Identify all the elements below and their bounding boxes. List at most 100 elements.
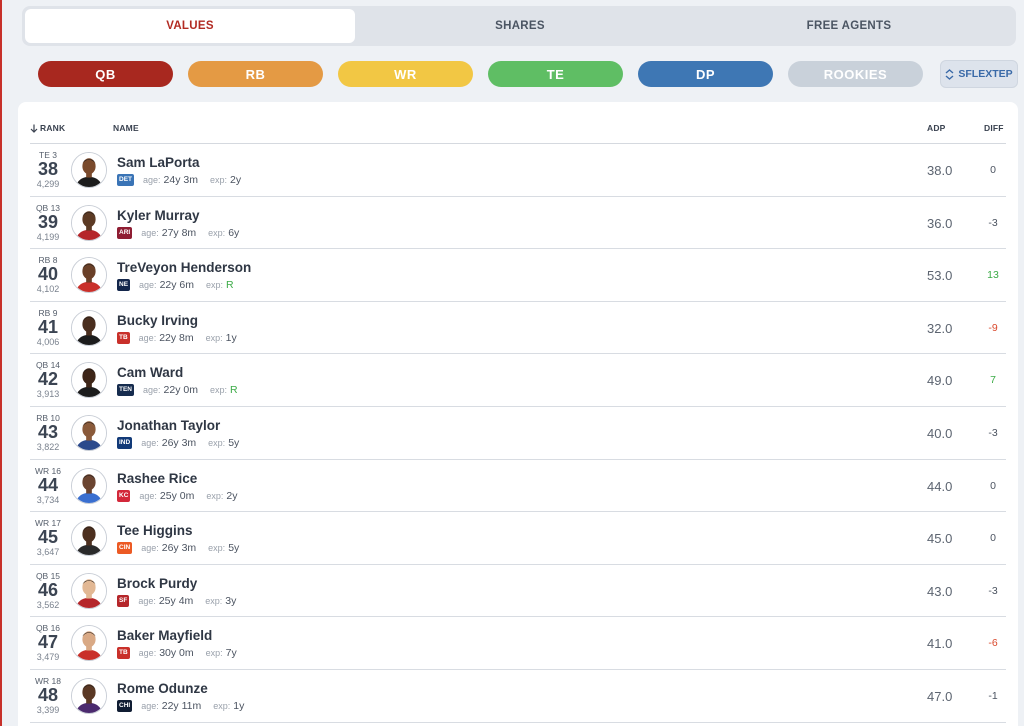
exp-value: 5y [228, 542, 240, 555]
exp-value: R [226, 279, 234, 292]
view-tabs: VALUES SHARES FREE AGENTS [22, 6, 1016, 46]
player-name[interactable]: Brock Purdy [117, 576, 197, 591]
player-avatar[interactable] [71, 257, 107, 294]
filter-wr-button[interactable]: WR [338, 61, 473, 87]
player-value: 3,479 [36, 652, 60, 663]
page-left-border [0, 0, 2, 726]
rank-cell: WR 17 45 3,647 [30, 518, 66, 557]
player-avatar[interactable] [71, 414, 107, 451]
rank-cell: WR 16 44 3,734 [30, 466, 66, 505]
player-avatar[interactable] [71, 362, 107, 399]
age-label: age: [141, 437, 159, 448]
player-name[interactable]: Rome Odunze [117, 681, 208, 696]
age-value: 22y 8m [159, 331, 194, 344]
player-meta: IND age: 26y 3m exp: 5y [117, 436, 251, 449]
age-value: 25y 4m [158, 594, 194, 607]
diff-value: -3 [988, 426, 998, 439]
filter-dp-button[interactable]: DP [638, 61, 773, 87]
overall-rank: 38 [37, 159, 59, 179]
diff-value: 7 [990, 374, 996, 387]
table-row[interactable]: QB 16 47 3,479 Baker Mayfield TB age: 30… [30, 617, 1006, 670]
diff-value: -3 [988, 584, 998, 597]
age-label: age: [143, 175, 161, 185]
table-row[interactable]: WR 17 45 3,647 Tee Higgins CIN age: 26y … [30, 512, 1006, 565]
player-name[interactable]: Sam LaPorta [117, 155, 200, 170]
player-headshot-icon [72, 205, 106, 240]
rank-cell: QB 13 39 4,199 [30, 203, 66, 242]
team-badge: CIN [117, 542, 133, 555]
table-row[interactable]: WR 18 48 3,399 Rome Odunze CHI age: 22y … [30, 670, 1006, 723]
table-row[interactable]: WR 16 44 3,734 Rashee Rice KC age: 25y 0… [30, 460, 1006, 513]
player-name[interactable]: Cam Ward [117, 365, 183, 380]
player-value: 4,299 [36, 179, 60, 189]
player-avatar[interactable] [71, 625, 107, 662]
player-avatar[interactable] [71, 467, 107, 504]
exp-value: 1y [233, 699, 245, 712]
table-row[interactable]: QB 14 42 3,913 Cam Ward TEN age: 22y 0m … [30, 354, 1006, 407]
player-name[interactable]: Tee Higgins [117, 523, 193, 538]
diff-value: 0 [990, 164, 996, 176]
diff-column-header[interactable]: DIFF [984, 123, 1004, 133]
adp-value: 45.0 [927, 531, 953, 547]
table-row[interactable]: TE 3 38 4,299 Sam LaPorta DET age: 24y 3… [30, 144, 1006, 197]
age-value: 22y 11m [161, 699, 202, 712]
exp-value: 3y [225, 594, 237, 607]
player-value: 4,006 [36, 336, 60, 347]
overall-rank: 46 [37, 579, 59, 600]
player-avatar[interactable] [71, 204, 107, 241]
player-value: 4,102 [36, 284, 60, 295]
adp-column-header[interactable]: ADP [927, 123, 946, 133]
player-name[interactable]: Kyler Murray [117, 208, 200, 223]
tab-free-agents[interactable]: FREE AGENTS [685, 9, 1013, 43]
filter-qb-button[interactable]: QB [38, 61, 173, 87]
filter-rb-button[interactable]: RB [188, 61, 323, 87]
age-label: age: [139, 490, 157, 501]
age-value: 27y 8m [161, 226, 197, 239]
player-meta: CIN age: 26y 3m exp: 5y [117, 542, 251, 555]
player-value: 3,913 [36, 389, 60, 400]
age-value: 26y 3m [161, 436, 197, 449]
overall-rank: 48 [37, 684, 59, 705]
age-value: 24y 3m [163, 174, 198, 186]
table-row[interactable]: RB 9 41 4,006 Bucky Irving TB age: 22y 8… [30, 302, 1006, 355]
player-meta: TB age: 22y 8m exp: 1y [117, 331, 249, 344]
adp-value: 47.0 [927, 688, 953, 704]
player-avatar[interactable] [71, 677, 107, 714]
rank-cell: RB 9 41 4,006 [30, 308, 66, 347]
rank-cell: QB 16 47 3,479 [30, 623, 66, 662]
player-headshot-icon [72, 363, 106, 398]
table-row[interactable]: RB 8 40 4,102 TreVeyon Henderson NE age:… [30, 249, 1006, 302]
player-avatar[interactable] [71, 520, 107, 557]
player-avatar[interactable] [71, 572, 107, 609]
player-meta: CHI age: 22y 11m exp: 1y [117, 699, 256, 712]
format-select-button[interactable]: SFLEXTEP [940, 60, 1018, 88]
player-avatar[interactable] [71, 152, 107, 188]
player-name[interactable]: Jonathan Taylor [117, 418, 220, 433]
player-name[interactable]: TreVeyon Henderson [117, 260, 251, 275]
player-name[interactable]: Baker Mayfield [117, 628, 212, 643]
player-name[interactable]: Rashee Rice [117, 471, 197, 486]
player-value: 3,399 [36, 704, 60, 715]
player-meta: ARI age: 27y 8m exp: 6y [117, 226, 251, 239]
rank-cell: QB 15 46 3,562 [30, 571, 66, 610]
filter-te-button[interactable]: TE [488, 61, 623, 87]
team-badge: CHI [117, 699, 133, 712]
rank-cell: TE 3 38 4,299 [30, 150, 66, 189]
player-meta: TB age: 30y 0m exp: 7y [117, 647, 249, 660]
table-row[interactable]: RB 10 43 3,822 Jonathan Taylor IND age: … [30, 407, 1006, 460]
diff-value: -1 [988, 689, 998, 702]
tab-values[interactable]: VALUES [25, 9, 355, 43]
adp-value: 44.0 [927, 478, 953, 494]
player-avatar[interactable] [71, 309, 107, 346]
table-row[interactable]: QB 13 39 4,199 Kyler Murray ARI age: 27y… [30, 197, 1006, 250]
age-value: 22y 6m [159, 279, 194, 292]
rank-cell: QB 14 42 3,913 [30, 360, 66, 399]
table-row[interactable]: QB 15 46 3,562 Brock Purdy SF age: 25y 4… [30, 565, 1006, 618]
player-name[interactable]: Bucky Irving [117, 313, 198, 328]
rank-column-header[interactable]: RANK [30, 123, 65, 133]
rank-header-label: RANK [40, 123, 66, 133]
name-column-header[interactable]: NAME [113, 123, 139, 133]
player-headshot-icon [72, 310, 106, 345]
tab-shares[interactable]: SHARES [355, 9, 685, 43]
filter-rookies-button[interactable]: ROOKIES [788, 61, 923, 87]
